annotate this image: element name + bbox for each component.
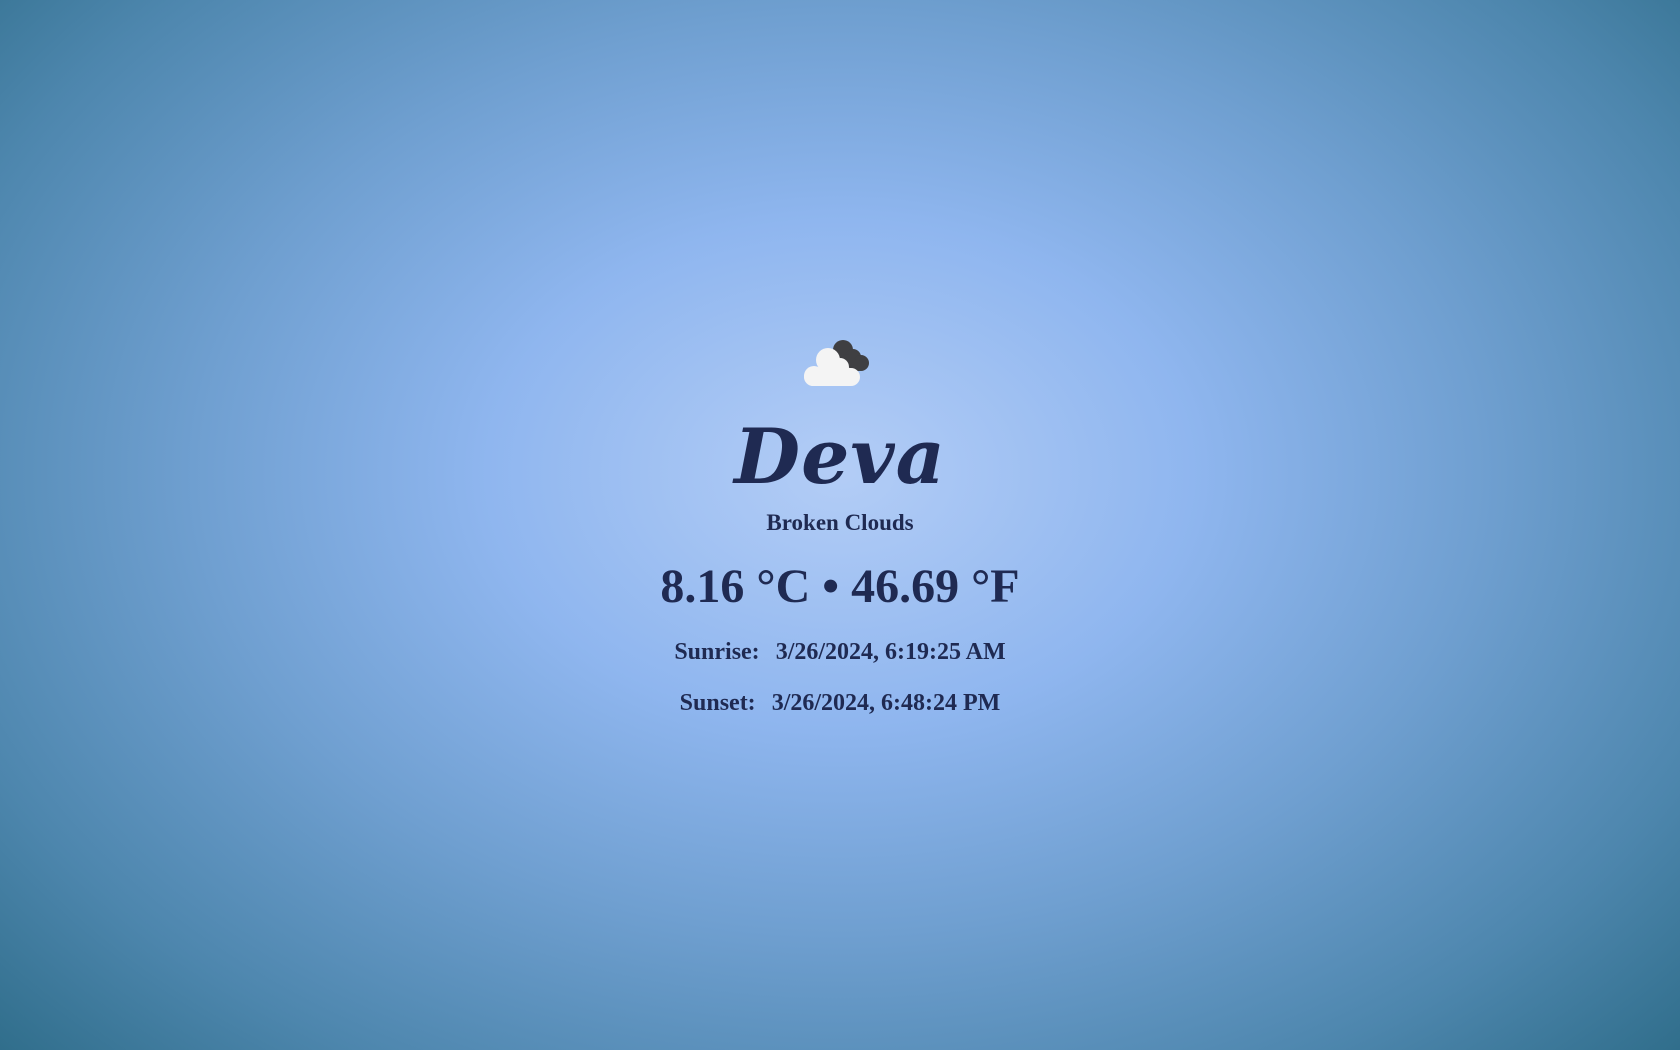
city-name: Deva: [734, 412, 946, 501]
sunset-row: Sunset: 3/26/2024, 6:48:24 PM: [680, 687, 1001, 719]
weather-description: Broken Clouds: [766, 510, 914, 535]
temperature-separator: •: [822, 560, 840, 613]
weather-card: Deva Broken Clouds 8.16 °C • 46.69 °F Su…: [0, 336, 1680, 719]
temperature-readout: 8.16 °C • 46.69 °F: [660, 558, 1019, 616]
sunrise-value: 3/26/2024, 6:19:25 AM: [775, 639, 1006, 665]
broken-clouds-icon: [800, 336, 880, 388]
sunrise-row: Sunrise: 3/26/2024, 6:19:25 AM: [674, 636, 1005, 668]
sunset-label: Sunset:: [679, 690, 756, 716]
weather-page: Deva Broken Clouds 8.16 °C • 46.69 °F Su…: [0, 0, 1680, 1050]
temperature-celsius: 8.16 °C: [660, 560, 811, 613]
temperature-fahrenheit: 46.69 °F: [851, 560, 1020, 613]
sunrise-label: Sunrise:: [674, 639, 760, 665]
sunset-value: 3/26/2024, 6:48:24 PM: [771, 690, 1001, 716]
